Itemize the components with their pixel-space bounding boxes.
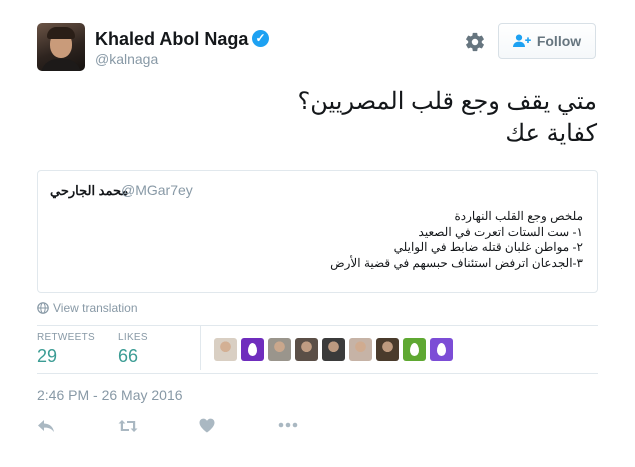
egg-icon	[248, 343, 257, 356]
stats-bottom-divider	[37, 373, 598, 374]
quoted-tweet-line: ٢- مواطن غلبان قتله ضابط في الوايلي	[393, 240, 583, 254]
retweet-icon[interactable]	[118, 418, 138, 434]
heart-icon[interactable]	[199, 418, 215, 433]
verified-badge-icon: ✓	[252, 30, 269, 47]
tweet-text-line: متي يقف وجع قلب المصريين؟	[297, 88, 597, 115]
view-translation-label: View translation	[53, 301, 138, 315]
follow-button[interactable]: Follow	[498, 23, 596, 59]
retweets-stat[interactable]: RETWEETS 29	[37, 332, 95, 367]
tweet-text-line: كفاية عك	[505, 120, 597, 147]
liker-avatar[interactable]	[268, 338, 291, 361]
view-translation-link[interactable]: View translation	[37, 301, 138, 315]
likes-label: LIKES	[118, 332, 148, 343]
gear-icon[interactable]	[464, 31, 486, 53]
stats-top-divider	[37, 325, 598, 326]
reply-icon[interactable]	[37, 419, 55, 433]
liker-avatar[interactable]	[376, 338, 399, 361]
egg-icon	[437, 343, 446, 356]
liker-avatar[interactable]	[349, 338, 372, 361]
likes-count: 66	[118, 346, 139, 366]
liker-egg-avatar[interactable]	[430, 338, 453, 361]
quoted-tweet-line: ٣-الجدعان اترفض استئناف حبسهم في قضية ال…	[330, 255, 583, 270]
more-icon[interactable]	[278, 422, 298, 428]
tweet-text: متي يقف وجع قلب المصريين؟ كفاية عك	[117, 86, 597, 150]
quoted-tweet-text: ملخص وجع القلب النهاردة ١- ست الستات اتع…	[50, 209, 583, 271]
author-avatar[interactable]	[37, 23, 85, 71]
quoted-tweet-line: ملخص وجع القلب النهاردة	[454, 209, 584, 223]
person-add-icon	[512, 34, 531, 47]
quoted-tweet-card[interactable]: محمد الجارحي @MGar7ey ملخص وجع القلب الن…	[37, 170, 598, 293]
egg-icon	[410, 343, 419, 356]
retweets-label: RETWEETS	[37, 332, 95, 343]
quoted-author-name: محمد الجارحي	[50, 183, 129, 198]
tweet-timestamp[interactable]: 2:46 PM - 26 May 2016	[37, 387, 183, 403]
retweets-count: 29	[37, 346, 58, 366]
likers-avatars	[214, 338, 453, 361]
stats-separator	[200, 326, 201, 370]
liker-avatar[interactable]	[295, 338, 318, 361]
author-handle[interactable]: @kalnaga	[95, 51, 158, 67]
quoted-tweet-line: ١- ست الستات اتعرت في الصعيد	[418, 224, 583, 239]
follow-button-label: Follow	[536, 33, 582, 49]
liker-avatar[interactable]	[214, 338, 237, 361]
quoted-author-handle: @MGar7ey	[121, 182, 193, 198]
author-display-name[interactable]: Khaled Abol Naga	[95, 29, 248, 50]
likes-stat[interactable]: LIKES 66	[118, 332, 148, 367]
liker-avatar[interactable]	[322, 338, 345, 361]
liker-egg-avatar[interactable]	[403, 338, 426, 361]
globe-icon	[37, 302, 49, 314]
liker-egg-avatar[interactable]	[241, 338, 264, 361]
